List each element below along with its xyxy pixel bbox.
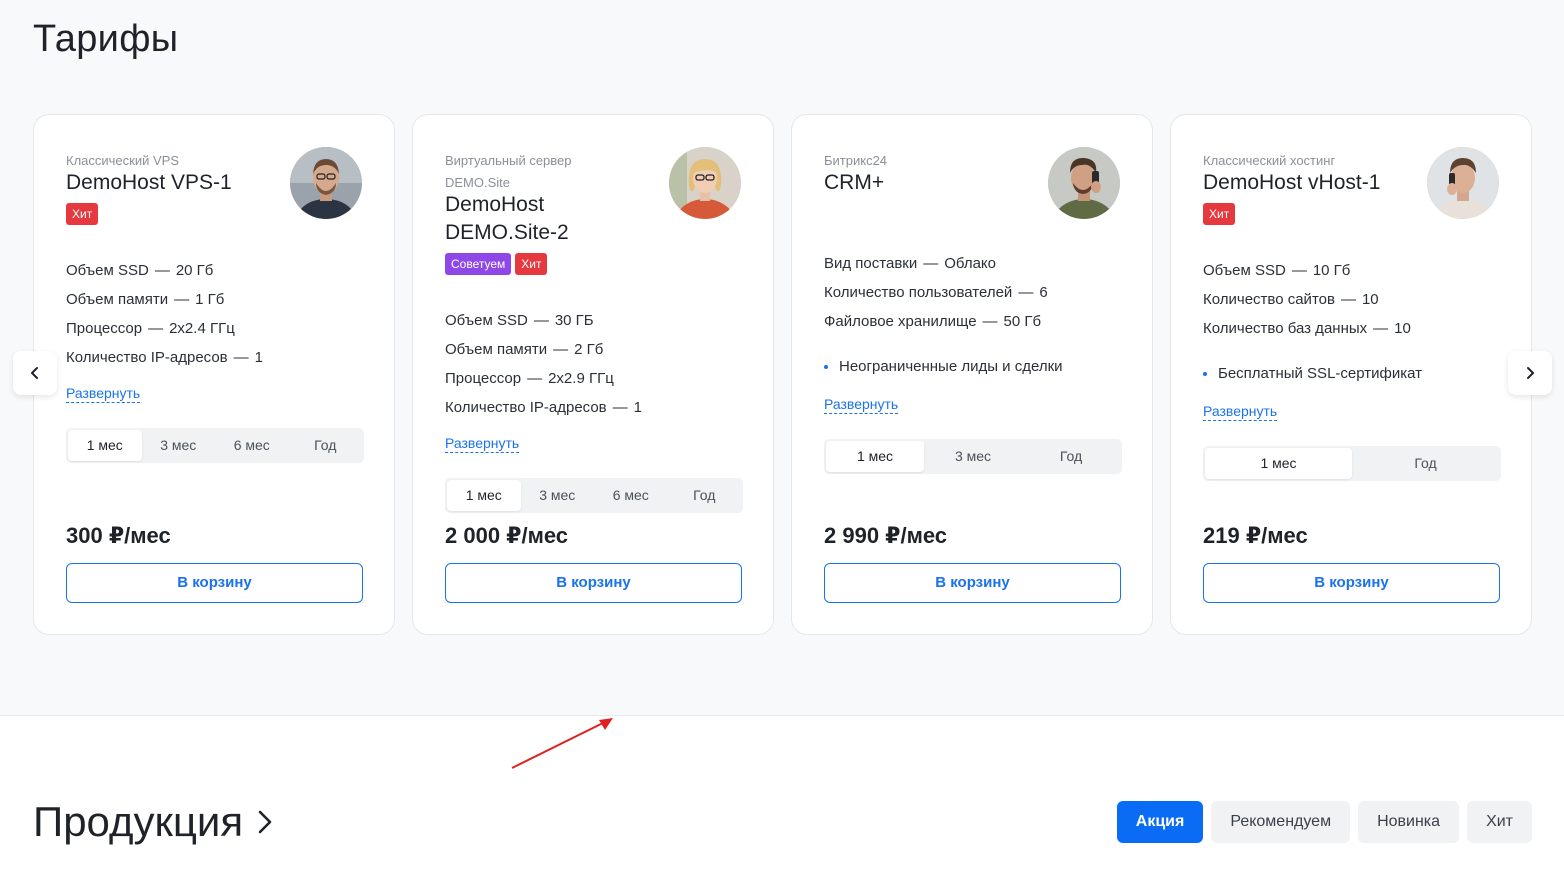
chevron-right-icon	[257, 809, 273, 835]
period-tab-1m[interactable]: 1 мес	[68, 430, 142, 461]
tariff-card: Виртуальный сервер DEMO.Site DemoHost DE…	[412, 114, 774, 635]
spec-row: Количество пользователей —6	[824, 284, 1048, 301]
hit-badge: Хит	[515, 253, 548, 275]
card-category: Виртуальный сервер DEMO.Site	[445, 153, 572, 190]
card-title: CRM+	[824, 171, 885, 194]
hit-badge: Хит	[1203, 203, 1236, 225]
feature-item: Неограниченные лиды и сделки	[824, 356, 1063, 378]
tariff-card: Классический хостинг DemoHost vHost-1 Хи…	[1170, 114, 1532, 635]
card-title: DemoHost vHost-1	[1203, 171, 1381, 194]
annotation-arrow-icon	[511, 718, 613, 769]
price: 2 990 ₽/мес	[824, 523, 948, 548]
expand-link[interactable]: Развернуть	[66, 384, 141, 403]
spec-row: Процессор —2x2.4 ГГц	[66, 320, 235, 337]
carousel-next-button[interactable]	[1508, 351, 1552, 395]
spec-list: Объем SSD —30 ГБ Объем памяти —2 Гб Процес…	[445, 306, 642, 422]
spec-list: Вид поставки — Облако Количество пользоват…	[824, 249, 1048, 336]
period-tab-3m[interactable]: 3 мес	[142, 430, 216, 461]
spec-row: Количество сайтов —10	[1203, 291, 1379, 308]
spec-list: Объем SSD —10 Гб Количество сайтов —10 Кол…	[1203, 256, 1411, 343]
badges: Советуем Хит	[445, 253, 548, 275]
page-title: Тарифы	[33, 18, 179, 60]
carousel-prev-button[interactable]	[13, 351, 57, 395]
price: 2 000 ₽/мес	[445, 523, 569, 548]
period-tab-year[interactable]: Год	[668, 480, 742, 511]
card-title: DemoHost DEMO.Site-2	[445, 193, 569, 244]
period-tab-6m[interactable]: 6 мес	[215, 430, 289, 461]
tariff-card: Классический VPS DemoHost VPS-1 Хит Объе…	[33, 114, 395, 635]
filter-hit-button[interactable]: Хит	[1467, 801, 1532, 843]
period-tab-year[interactable]: Год	[1022, 441, 1120, 472]
add-to-cart-button[interactable]: В корзину	[1203, 563, 1500, 603]
avatar	[1048, 147, 1120, 219]
period-tab-1m[interactable]: 1 мес	[826, 441, 924, 472]
expand-link[interactable]: Развернуть	[824, 395, 899, 414]
filter-sale-button[interactable]: Акция	[1116, 801, 1204, 843]
expand-link[interactable]: Развернуть	[1203, 402, 1278, 421]
period-tab-year[interactable]: Год	[289, 430, 363, 461]
spec-row: Объем SSD —10 Гб	[1203, 262, 1351, 279]
period-tab-6m[interactable]: 6 мес	[594, 480, 668, 511]
badges: Хит	[66, 203, 99, 225]
card-title: DemoHost VPS-1	[66, 171, 232, 194]
period-tabs: 1 мес 3 мес 6 мес Год	[66, 428, 364, 463]
spec-row: Количество IP-адресов —1	[445, 399, 642, 416]
chevron-left-icon	[31, 367, 38, 379]
recommend-badge: Советуем	[445, 253, 512, 275]
feature-item: Бесплатный SSL-сертификат	[1203, 363, 1422, 385]
avatar	[1427, 147, 1499, 219]
tariffs-section: Тарифы Классический VPS DemoHost VPS-1 Х…	[0, 0, 1564, 716]
period-tabs: 1 мес 3 мес Год	[824, 439, 1122, 474]
add-to-cart-button[interactable]: В корзину	[824, 563, 1121, 603]
period-tab-1m[interactable]: 1 мес	[447, 480, 521, 511]
spec-row: Файловое хранилище —50 Гб	[824, 313, 1042, 330]
spec-row: Объем памяти —1 Гб	[66, 291, 225, 308]
filter-new-button[interactable]: Новинка	[1358, 801, 1460, 843]
avatar	[290, 147, 362, 219]
period-tab-3m[interactable]: 3 мес	[521, 480, 595, 511]
hit-badge: Хит	[66, 203, 99, 225]
period-tab-3m[interactable]: 3 мес	[924, 441, 1022, 472]
spec-row: Вид поставки — Облако	[824, 255, 996, 272]
avatar	[669, 147, 741, 219]
filter-recommend-button[interactable]: Рекомендуем	[1211, 801, 1351, 843]
spec-row: Объем SSD —30 ГБ	[445, 312, 594, 329]
spec-row: Процессор —2x2.9 ГГц	[445, 370, 614, 387]
spec-row: Объем памяти —2 Гб	[445, 341, 604, 358]
price: 219 ₽/мес	[1203, 523, 1308, 548]
add-to-cart-button[interactable]: В корзину	[445, 563, 742, 603]
period-tabs: 1 мес Год	[1203, 446, 1501, 481]
expand-link[interactable]: Развернуть	[445, 434, 520, 453]
period-tab-year[interactable]: Год	[1352, 448, 1499, 479]
spec-row: Объем SSD —20 Гб	[66, 262, 214, 279]
spec-list: Объем SSD —20 Гб Объем памяти —1 Гб Процес…	[66, 256, 263, 372]
period-tab-1m[interactable]: 1 мес	[1205, 448, 1352, 479]
period-tabs: 1 мес 3 мес 6 мес Год	[445, 478, 743, 513]
section-title: Продукция	[33, 798, 244, 845]
badges: Хит	[1203, 203, 1236, 225]
price: 300 ₽/мес	[66, 523, 171, 548]
products-heading[interactable]: Продукция	[33, 798, 273, 846]
spec-row: Количество IP-адресов —1	[66, 349, 263, 366]
spec-row: Количество баз данных —10	[1203, 320, 1411, 337]
add-to-cart-button[interactable]: В корзину	[66, 563, 363, 603]
product-filters: Акция Рекомендуем Новинка Хит	[1116, 801, 1532, 843]
chevron-right-icon	[1527, 367, 1534, 379]
tariff-card: Битрикс24 CRM+ Вид поставки — Облако Колич…	[791, 114, 1153, 635]
